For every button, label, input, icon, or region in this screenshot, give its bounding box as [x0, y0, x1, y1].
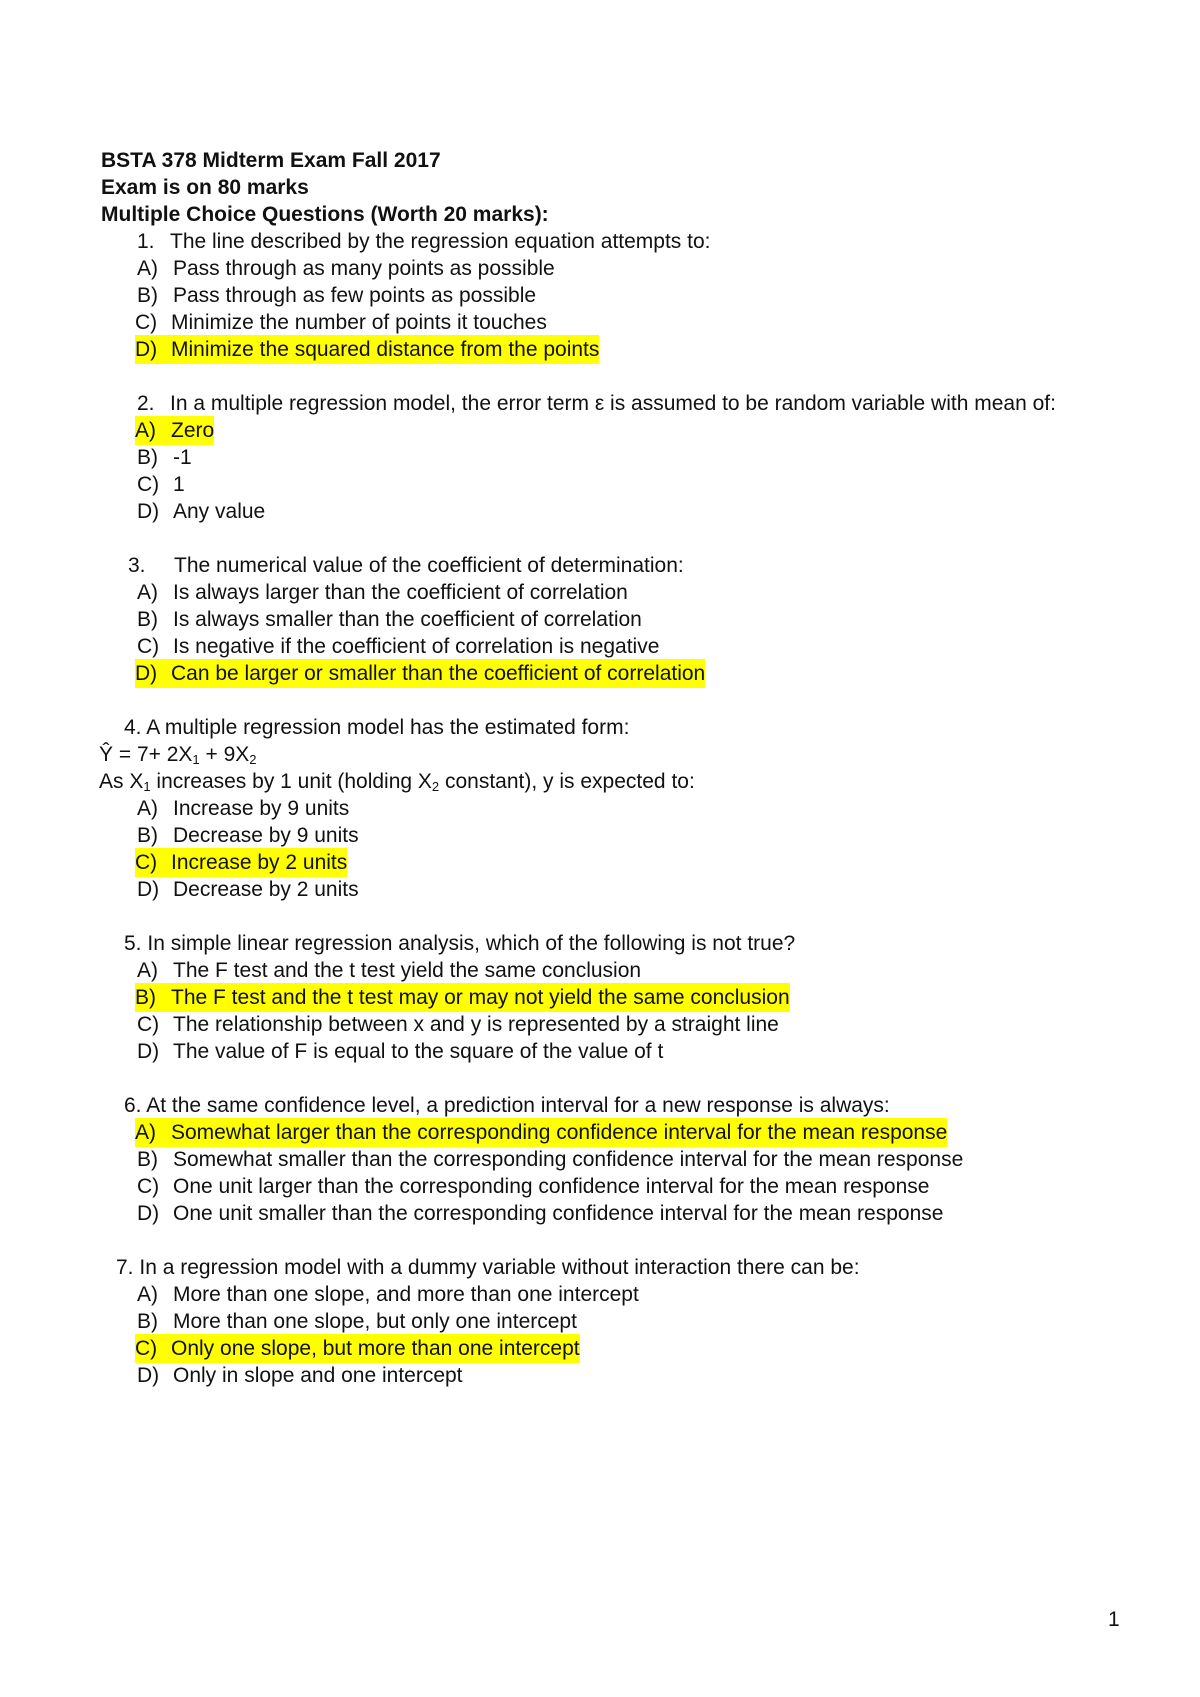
option-5b-answer: B) The F test and the t test may or may n… [135, 983, 790, 1012]
option-1b: B) Pass through as few points as possible [137, 284, 537, 307]
question-7: 7. In a regression model with a dummy va… [116, 1253, 860, 1282]
question-number: 5. [124, 932, 142, 955]
option-6a-answer: A) Somewhat larger than the corresponding… [135, 1118, 948, 1147]
option-6c: C) One unit larger than the corresponding… [137, 1175, 930, 1198]
question-6: 6. At the same confidence level, a predi… [124, 1091, 890, 1120]
option-6b: B) Somewhat smaller than the correspondin… [137, 1148, 964, 1171]
question-text: In simple linear regression analysis, wh… [147, 932, 796, 955]
option-2d: D) Any value [137, 500, 266, 523]
question-number: 7. [116, 1256, 134, 1279]
regression-equation: Ŷ = 7+ 2X1 + 9X2 [99, 743, 257, 767]
exam-total-marks: Exam is on 80 marks [101, 176, 309, 199]
option-7b: B) More than one slope, but only one inte… [137, 1310, 577, 1333]
option-7a: A) More than one slope, and more than one… [137, 1283, 639, 1306]
question-3: 3. The numerical value of the coefficient… [128, 551, 684, 580]
question-number: 2. [137, 392, 155, 415]
exam-title: BSTA 378 Midterm Exam Fall 2017 [101, 149, 441, 172]
question-4: 4. A multiple regression model has the e… [124, 713, 629, 742]
question-5: 5. In simple linear regression analysis,… [124, 929, 795, 958]
question-text: The numerical value of the coefficient o… [174, 554, 684, 577]
option-2b: B) -1 [137, 446, 192, 469]
question-number: 3. [128, 554, 146, 577]
option-1c: C) Minimize the number of points it touch… [135, 311, 547, 334]
option-6d: D) One unit smaller than the correspondin… [137, 1202, 944, 1225]
section-heading: Multiple Choice Questions (Worth 20 mark… [101, 203, 549, 226]
question-text: At the same confidence level, a predicti… [146, 1094, 890, 1117]
question-1: 1. The line described by the regression e… [137, 227, 710, 256]
question-2: 2. In a multiple regression model, the er… [137, 389, 1056, 418]
option-2a-answer: A) Zero [135, 416, 215, 445]
option-1d-answer: D) Minimize the squared distance from the… [135, 335, 600, 364]
option-4b: B) Decrease by 9 units [137, 824, 359, 847]
option-4a: A) Increase by 9 units [137, 797, 350, 820]
page-number: 1 [1108, 1608, 1120, 1631]
option-3a: A) Is always larger than the coefficient … [137, 581, 628, 604]
question-4-stem: As X1 increases by 1 unit (holding X2 co… [99, 770, 695, 794]
option-1a: A) Pass through as many points as possibl… [137, 257, 555, 280]
option-2c: C) 1 [137, 473, 185, 496]
question-number: 1. [137, 230, 155, 253]
option-3d-answer: D) Can be larger or smaller than the coef… [135, 659, 706, 688]
question-number: 4. [124, 716, 142, 739]
question-text: In a multiple regression model, the erro… [170, 392, 1056, 415]
exam-page: BSTA 378 Midterm Exam Fall 2017 Exam is … [0, 0, 1200, 1697]
question-text: In a regression model with a dummy varia… [139, 1256, 860, 1279]
question-text: The line described by the regression equ… [170, 230, 711, 253]
option-7c-answer: C) Only one slope, but more than one inte… [135, 1334, 580, 1363]
question-number: 6. [124, 1094, 142, 1117]
option-5a: A) The F test and the t test yield the sa… [137, 959, 642, 982]
option-7d: D) Only in slope and one intercept [137, 1364, 463, 1387]
option-4c-answer: C) Increase by 2 units [135, 848, 348, 877]
option-3c: C) Is negative if the coefficient of corr… [137, 635, 660, 658]
option-5c: C) The relationship between x and y is re… [137, 1013, 779, 1036]
question-text: A multiple regression model has the esti… [146, 716, 630, 739]
option-5d: D) The value of F is equal to the square … [137, 1040, 664, 1063]
option-4d: D) Decrease by 2 units [137, 878, 359, 901]
option-3b: B) Is always smaller than the coefficient… [137, 608, 642, 631]
